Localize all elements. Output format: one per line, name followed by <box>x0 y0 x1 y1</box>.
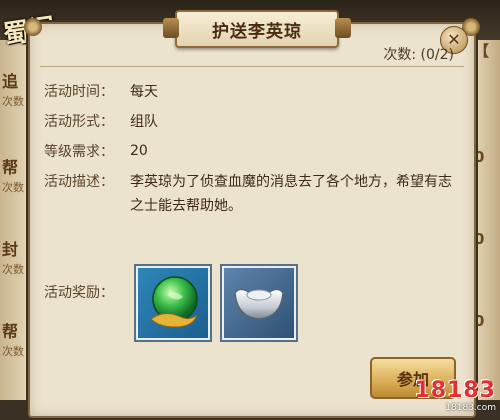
description-label: 活动描述： <box>44 174 114 190</box>
info-row-time: 活动时间： 每天 <box>44 76 464 106</box>
side-menu-label: 追 <box>2 72 19 91</box>
description-value: 李英琼为了侦查血魔的消息去了各个地方，希望有志之士能去帮助她。 <box>130 174 452 214</box>
right-menu-fragment-1: 【 <box>474 42 490 60</box>
level-value: 20 <box>130 143 148 159</box>
watermark-main: 18183 <box>414 378 496 403</box>
side-menu-sub: 次数 <box>2 95 24 108</box>
side-menu-label: 封 <box>2 240 19 259</box>
side-menu-item-1[interactable]: 追 次数 <box>2 72 30 112</box>
watermark-sub: 18183.com <box>445 403 496 413</box>
side-menu-sub: 次数 <box>2 263 24 276</box>
reward-slot-1[interactable] <box>134 264 212 342</box>
attempt-count: 次数: (0/2) <box>383 47 454 63</box>
green-orb-item-icon <box>150 276 198 328</box>
corner-ornament <box>24 18 42 36</box>
divider <box>40 66 464 67</box>
reward-slot-2[interactable] <box>220 264 298 342</box>
side-menu-sub: 次数 <box>2 345 24 358</box>
right-menu-fragment-2: 0 <box>474 148 485 166</box>
site-watermark: 18183 18183.com <box>408 378 496 418</box>
info-row-description: 活动描述： 李英琼为了侦查血魔的消息去了各个地方，希望有志之士能去帮助她。 <box>44 170 464 218</box>
right-menu-fragment-4: 0 <box>474 312 485 330</box>
info-row-level: 等级需求： 20 <box>44 136 464 166</box>
side-menu-label: 帮 <box>2 158 19 177</box>
time-value: 每天 <box>130 84 158 100</box>
side-menu-sub: 次数 <box>2 181 24 194</box>
reward-label: 活动奖励： <box>44 285 114 301</box>
info-row-form: 活动形式： 组队 <box>44 106 464 136</box>
form-label: 活动形式： <box>44 114 114 130</box>
dialog-title-plate: 护送李英琼 <box>163 10 351 48</box>
level-label: 等级需求： <box>44 144 114 160</box>
side-menu-item-3[interactable]: 封 次数 <box>2 240 30 280</box>
right-menu-fragment-3: 0 <box>474 230 485 248</box>
form-value: 组队 <box>130 114 158 130</box>
dialog-title: 护送李英琼 <box>212 21 302 42</box>
side-menu-item-4[interactable]: 帮 次数 <box>2 322 30 362</box>
side-menu-label: 帮 <box>2 322 19 341</box>
activity-dialog: 护送李英琼 ✕ 次数: (0/2) 活动时间： 每天 活动形式： 组队 等级需求… <box>24 10 480 418</box>
activity-info: 活动时间： 每天 活动形式： 组队 等级需求： 20 活动描述： 李英琼为了侦查… <box>44 76 464 218</box>
side-menu-item-2[interactable]: 帮 次数 <box>2 158 30 198</box>
time-label: 活动时间： <box>44 84 114 100</box>
silver-ingot-item-icon <box>234 288 284 320</box>
